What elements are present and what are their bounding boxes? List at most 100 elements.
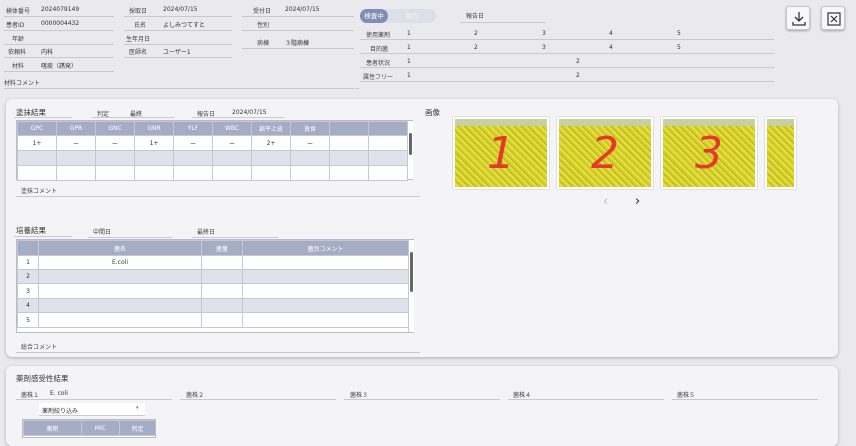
drug-1: 1 (407, 30, 411, 37)
material-comment-label: 材料コメント (4, 80, 41, 87)
material-label: 材料 (12, 63, 25, 70)
dept-label: 依頼科 (8, 49, 27, 56)
status-inactive[interactable]: 報告 (388, 9, 436, 23)
patient-name: よしみつてすと (163, 22, 206, 29)
image-number-2: 2 (591, 127, 619, 179)
col-count: 菌量 (201, 240, 243, 256)
col-drug: 薬剤 (23, 420, 82, 436)
prev-image-button[interactable]: ‹ (603, 194, 608, 209)
strain1-value: E. coli (50, 390, 68, 397)
patient-status-1: 1 (407, 58, 411, 65)
cell-gnc[interactable]: ー (95, 135, 135, 151)
col-squamous: 扁平上皮 (251, 121, 291, 136)
strain5-label: 菌株５ (677, 392, 696, 399)
patient-id-label: 患者ID (6, 22, 25, 29)
patient-id: 0000004432 (41, 20, 80, 27)
patient-status-label: 患者状況 (366, 60, 391, 67)
cell-ylf[interactable]: ー (173, 135, 213, 151)
drug-4: 4 (609, 30, 613, 37)
purpose-3: 3 (542, 44, 546, 51)
strain3-label: 菌株３ (350, 392, 369, 399)
col-mic: MIC (81, 420, 120, 436)
drug-filter-select[interactable]: 薬剤絞り込み ▾ (39, 403, 145, 416)
interim-date-label: 中間日 (93, 229, 112, 236)
image-number-1: 1 (487, 127, 515, 179)
table-row[interactable]: 3 (17, 283, 409, 299)
cell-phago[interactable]: ー (290, 135, 330, 151)
table-row[interactable]: 2 (17, 269, 409, 284)
dept: 内科 (41, 49, 54, 56)
sex-label: 性別 (257, 22, 270, 29)
purpose-4: 4 (609, 44, 613, 51)
close-icon (827, 12, 841, 26)
download-button[interactable] (786, 6, 810, 30)
status-active[interactable]: 検査中 (360, 9, 388, 23)
drug-3: 3 (542, 30, 546, 37)
cell-wbc[interactable]: ー (212, 135, 252, 151)
col-judge: 判定 (119, 420, 155, 436)
image-thumbnail-3[interactable]: 3 (661, 117, 757, 189)
smear-table: GPC GPR GNC GNR YLF WBC 扁平上皮 貪食 1+ ー ー 1… (17, 121, 408, 181)
specimen-no-label: 検体番号 (6, 8, 31, 15)
ward-label: 病棟 (257, 40, 270, 47)
table-row[interactable]: 4 (17, 298, 409, 313)
doctor: ユーザー1 (163, 49, 191, 56)
attr-2: 2 (576, 72, 580, 79)
cell-squamous[interactable]: 2+ (251, 135, 291, 151)
table-row[interactable]: 1 E.coli (17, 255, 409, 270)
chevron-down-icon: ▾ (136, 405, 139, 411)
strain1-label: 菌株１ (21, 392, 40, 399)
material: 喀痰（誘発） (41, 63, 78, 70)
collection-date: 2024/07/15 (163, 6, 198, 13)
purpose-1: 1 (407, 44, 411, 51)
ward: ３階病棟 (285, 40, 310, 47)
sensitivity-table: 薬剤 MIC 判定 (23, 420, 155, 436)
cell-gpr[interactable]: ー (56, 135, 96, 151)
images-title: 画像 (425, 108, 440, 117)
birth-label: 生年月日 (126, 36, 151, 43)
culture-title: 培養結果 (16, 226, 46, 235)
cell-gnr[interactable]: 1+ (134, 135, 174, 151)
attr-label: 属性フリー (363, 74, 394, 81)
sensitivity-table-box: 薬剤 MIC 判定 (22, 419, 156, 438)
next-image-button[interactable]: › (635, 194, 640, 209)
download-icon (792, 12, 806, 26)
status-toggle[interactable]: 検査中 報告 (360, 9, 436, 23)
image-thumbnail-4[interactable] (765, 117, 796, 189)
collection-label: 採取日 (129, 8, 148, 15)
organism-name[interactable]: E.coli (38, 255, 202, 270)
final-date-label: 最終日 (197, 229, 216, 236)
culture-table: 菌名 菌量 菌別コメント 1 E.coli 2 3 4 5 (17, 240, 409, 328)
col-gnr: GNR (134, 121, 174, 136)
image-thumbnail-1[interactable]: 1 (453, 117, 549, 189)
culture-table-box: 菌名 菌量 菌別コメント 1 E.coli 2 3 4 5 (16, 239, 414, 333)
table-row[interactable] (17, 165, 408, 181)
age-label: 年齢 (12, 36, 25, 43)
smear-scrollbar[interactable] (407, 121, 413, 179)
drug-2: 2 (474, 30, 478, 37)
culture-scrollbar[interactable] (408, 240, 414, 332)
sensitivity-title: 薬剤感受性結果 (16, 374, 69, 383)
table-row[interactable]: 5 (17, 312, 409, 328)
image-number-3: 3 (695, 127, 723, 179)
col-organism: 菌名 (38, 240, 202, 256)
col-ylf: YLF (173, 121, 213, 136)
purpose-label: 目的菌 (370, 46, 389, 53)
col-wbc: WBC (212, 121, 252, 136)
col-gpr: GPR (56, 121, 96, 136)
purpose-5: 5 (677, 44, 681, 51)
table-row[interactable] (17, 150, 408, 166)
col-gpc: GPC (17, 121, 57, 136)
col-gnc: GNC (95, 121, 135, 136)
col-phago: 貪食 (290, 121, 330, 136)
cell-gpc[interactable]: 1+ (17, 135, 57, 151)
table-row[interactable]: 1+ ー ー 1+ ー ー 2+ ー (17, 135, 408, 151)
col-organism-comment: 菌別コメント (242, 240, 409, 256)
drug-5: 5 (677, 30, 681, 37)
image-thumbnail-2[interactable]: 2 (557, 117, 653, 189)
close-button[interactable] (821, 6, 845, 30)
strain2-label: 菌株２ (186, 392, 205, 399)
overall-comment-label: 総合コメント (21, 344, 58, 351)
doctor-label: 医師名 (129, 49, 148, 56)
specimen-no: 2024079149 (41, 6, 80, 13)
